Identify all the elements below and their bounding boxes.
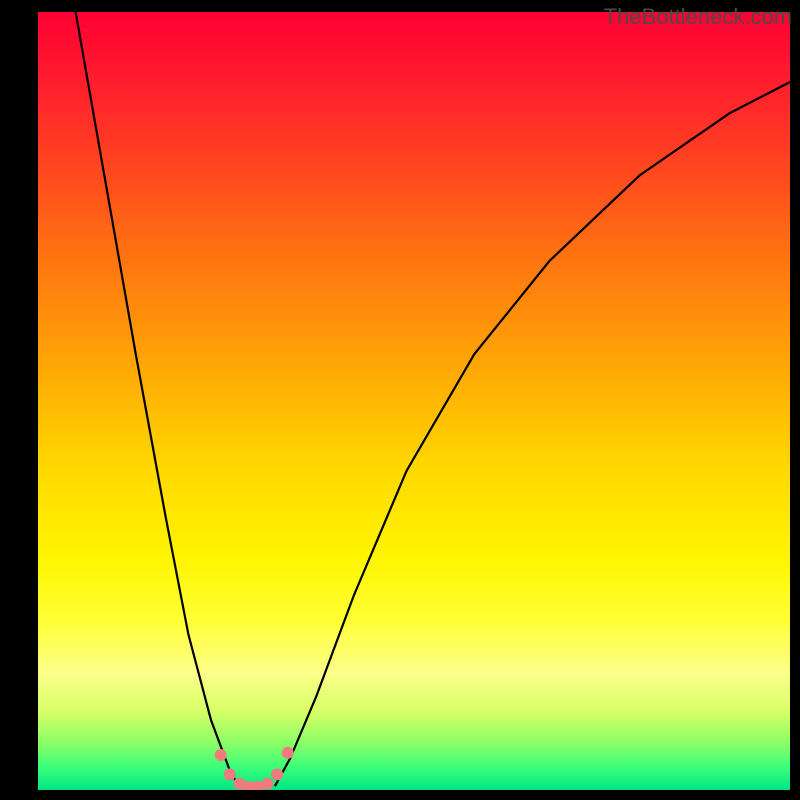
valley-dot — [224, 768, 236, 780]
chart-frame: TheBottleneck.com — [0, 0, 800, 800]
valley-dot — [271, 768, 283, 780]
valley-dot — [282, 747, 294, 759]
curve-left — [76, 12, 239, 786]
valley-dot — [215, 749, 227, 761]
valley-dot — [261, 778, 273, 790]
valley-markers — [215, 747, 294, 790]
curve-layer — [38, 12, 790, 790]
curve-right — [275, 82, 790, 786]
